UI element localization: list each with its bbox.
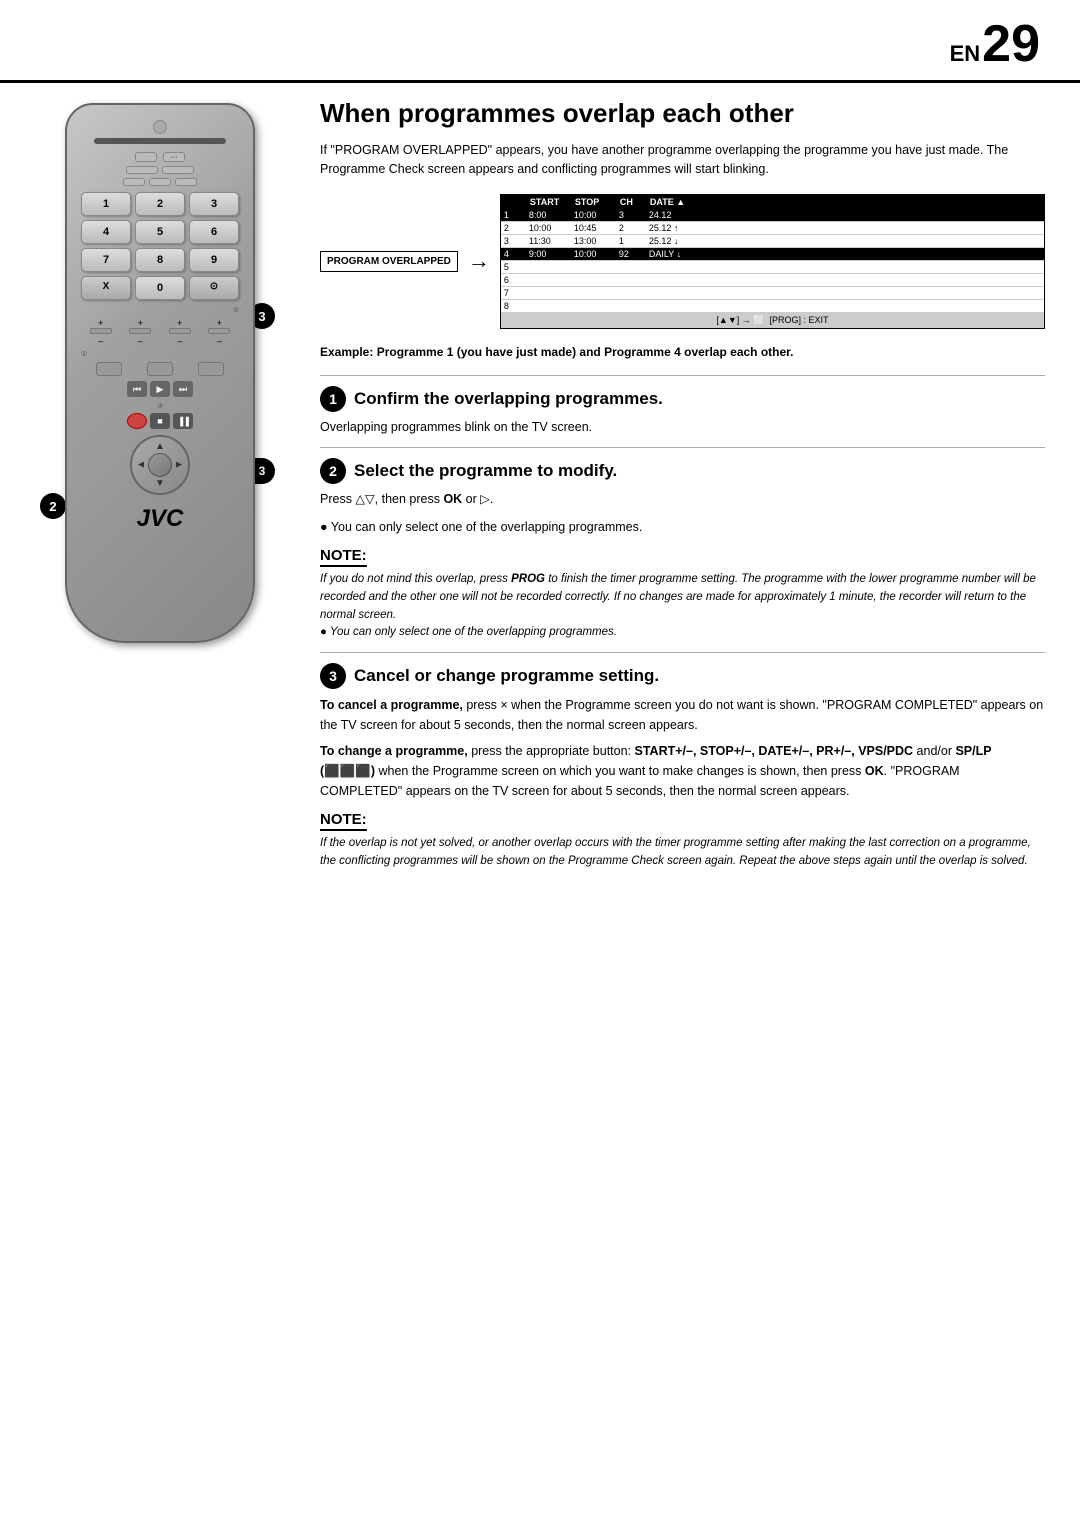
col-start: START — [528, 196, 573, 208]
page-title: When programmes overlap each other — [320, 98, 1045, 129]
col-ch: CH — [618, 196, 648, 208]
overlap-screen-container: PROGRAM OVERLAPPED → START STOP CH DATE … — [320, 194, 1045, 329]
step-3-circle: 3 — [320, 663, 346, 689]
btn-6[interactable]: 6 — [189, 220, 239, 244]
note-1-bullet: ● You can only select one of the overlap… — [320, 624, 1045, 642]
prog-row-8: 8 — [501, 300, 1044, 313]
btn-8[interactable]: 8 — [135, 248, 185, 272]
step-badge-2: 2 — [40, 493, 66, 519]
note-2-text: If the overlap is not yet solved, or ano… — [320, 835, 1045, 871]
btn-x[interactable]: X — [81, 276, 131, 300]
step-3-heading: 3 Cancel or change programme setting. — [320, 663, 1045, 689]
btn-4[interactable]: 4 — [81, 220, 131, 244]
col-date: DATE ▲ — [648, 196, 698, 208]
divider-1 — [320, 375, 1045, 376]
page-header: EN 29 — [0, 0, 1080, 83]
program-table: START STOP CH DATE ▲ 18:0010:00324.12 21… — [500, 194, 1045, 329]
jvc-logo: JVC — [77, 505, 243, 533]
remote-area: 3 2 3 2 ··· — [0, 83, 300, 901]
btn-1[interactable]: 1 — [81, 192, 131, 216]
step-2-circle: 2 — [320, 458, 346, 484]
step-3-title: Cancel or change programme setting. — [354, 666, 659, 686]
btn-5[interactable]: 5 — [135, 220, 185, 244]
program-overlapped-label: PROGRAM OVERLAPPED — [320, 251, 458, 272]
step-1-circle: 1 — [320, 386, 346, 412]
page-number-block: EN 29 — [950, 18, 1040, 70]
remote-body: ··· 1 2 3 4 5 6 — [65, 103, 255, 643]
prog-row-2: 210:0010:45225.12 ↑ — [501, 222, 1044, 235]
nav-area: ▲ ▼ ◄ ► — [81, 435, 239, 495]
step-2-heading: 2 Select the programme to modify. — [320, 458, 1045, 484]
btn-0[interactable]: 0 — [135, 276, 185, 300]
content-area: When programmes overlap each other If "P… — [300, 83, 1080, 901]
btn-7[interactable]: 7 — [81, 248, 131, 272]
step-2-bullet: ● You can only select one of the overlap… — [320, 518, 1045, 537]
step-1-desc: Overlapping programmes blink on the TV s… — [320, 418, 1045, 437]
step-1-heading: 1 Confirm the overlapping programmes. — [320, 386, 1045, 412]
divider-2 — [320, 447, 1045, 448]
note-box-1: NOTE: If you do not mind this overlap, p… — [320, 547, 1045, 642]
prog-table-header: START STOP CH DATE ▲ — [501, 195, 1044, 209]
prog-row-1: 18:0010:00324.12 — [501, 209, 1044, 222]
intro-text: If "PROGRAM OVERLAPPED" appears, you hav… — [320, 141, 1045, 180]
divider-3 — [320, 652, 1045, 653]
step-2-desc: Press △▽, then press OK or ▷. — [320, 490, 1045, 509]
prog-row-6: 6 — [501, 274, 1044, 287]
number-grid: 1 2 3 4 5 6 7 8 9 X 0 ⊙ — [81, 192, 239, 300]
btn-2[interactable]: 2 — [135, 192, 185, 216]
en-label: EN — [950, 41, 981, 67]
col-stop: STOP — [573, 196, 618, 208]
step-2-title: Select the programme to modify. — [354, 461, 617, 481]
prog-row-3: 311:3013:00125.12 ↓ — [501, 235, 1044, 248]
prog-footer: [▲▼] → ⬜ [PROG] : EXIT — [501, 313, 1044, 328]
step-1-title: Confirm the overlapping programmes. — [354, 389, 663, 409]
example-text: Example: Programme 1 (you have just made… — [320, 343, 1045, 361]
step-3-desc: To cancel a programme, press × when the … — [320, 695, 1045, 801]
note-box-2: NOTE: If the overlap is not yet solved, … — [320, 811, 1045, 871]
page-body: 3 2 3 2 ··· — [0, 83, 1080, 901]
btn-power[interactable]: ⊙ — [189, 276, 239, 300]
nav-circle[interactable]: ▲ ▼ ◄ ► — [130, 435, 190, 495]
btn-9[interactable]: 9 — [189, 248, 239, 272]
btn-3[interactable]: 3 — [189, 192, 239, 216]
prog-row-5: 5 — [501, 261, 1044, 274]
prog-row-7: 7 — [501, 287, 1044, 300]
arrow-right-icon: → — [468, 248, 490, 274]
note-1-text: If you do not mind this overlap, press P… — [320, 571, 1045, 624]
prog-row-4: 49:0010:0092DAILY ↓ — [501, 248, 1044, 261]
remote-container: 3 2 3 2 ··· — [50, 103, 270, 643]
note-2-label: NOTE: — [320, 811, 367, 831]
note-1-label: NOTE: — [320, 547, 367, 567]
page-number: 29 — [982, 18, 1040, 70]
